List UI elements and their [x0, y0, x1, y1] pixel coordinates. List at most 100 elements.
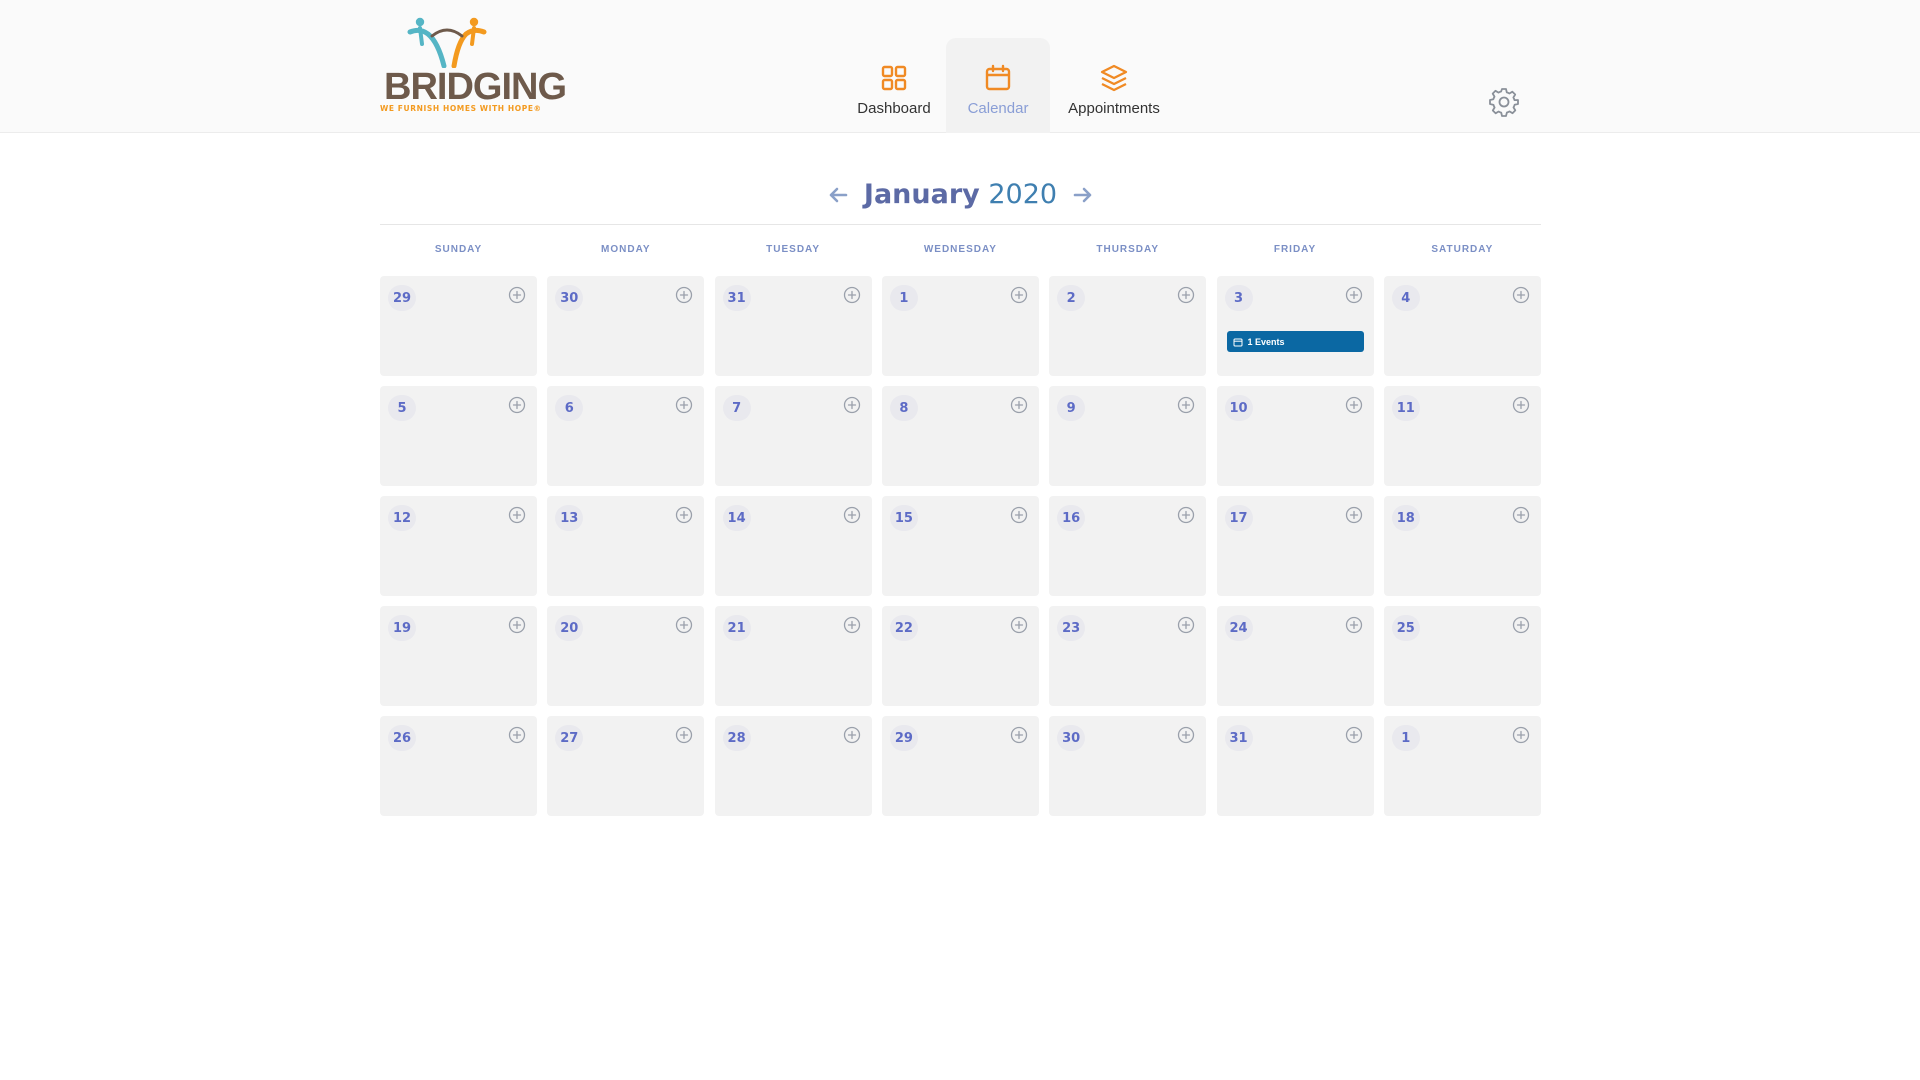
day-cell[interactable]: 15 [881, 496, 1039, 596]
day-number: 1 [889, 285, 918, 311]
day-cell[interactable]: 1 [1383, 716, 1541, 816]
logo-tagline: WE FURNISH HOMES WITH HOPE® [380, 104, 542, 113]
day-cell[interactable]: 4 [1383, 276, 1541, 376]
nav-dashboard-label: Dashboard [857, 100, 931, 117]
day-number: 8 [889, 395, 918, 421]
add-event-plus-icon[interactable] [843, 396, 861, 414]
day-cell[interactable]: 30 [1049, 716, 1207, 816]
add-event-plus-icon[interactable] [675, 286, 693, 304]
day-cell[interactable]: 2 [1049, 276, 1207, 376]
add-event-plus-icon[interactable] [843, 726, 861, 744]
day-cell[interactable]: 17 [1216, 496, 1374, 596]
add-event-plus-icon[interactable] [675, 506, 693, 524]
add-event-plus-icon[interactable] [1345, 506, 1363, 524]
day-cell[interactable]: 9 [1049, 386, 1207, 486]
add-event-plus-icon[interactable] [1512, 506, 1530, 524]
day-number: 1 [1391, 725, 1420, 751]
add-event-plus-icon[interactable] [508, 286, 526, 304]
gear-icon[interactable] [1488, 86, 1520, 118]
day-cell[interactable]: 5 [380, 386, 537, 486]
nav-calendar[interactable]: Calendar [946, 38, 1050, 133]
add-event-plus-icon[interactable] [843, 506, 861, 524]
grid-icon [881, 65, 907, 91]
add-event-plus-icon[interactable] [675, 396, 693, 414]
weekday-label: FRIDAY [1273, 244, 1317, 255]
day-cell[interactable]: 1 [881, 276, 1039, 376]
day-cell[interactable]: 23 [1049, 606, 1207, 706]
day-number: 26 [388, 725, 416, 751]
calendar-icon [985, 64, 1011, 91]
month-title: January 2020 [864, 179, 1057, 210]
add-event-plus-icon[interactable] [1512, 396, 1530, 414]
layers-icon [1100, 64, 1128, 92]
add-event-plus-icon[interactable] [508, 506, 526, 524]
day-number: 31 [1224, 725, 1253, 751]
add-event-plus-icon[interactable] [1512, 726, 1530, 744]
day-cell[interactable]: 29 [380, 276, 537, 376]
app-header: BRIDGING WE FURNISH HOMES WITH HOPE® Das… [0, 0, 1920, 133]
day-cell[interactable]: 24 [1216, 606, 1374, 706]
day-number: 30 [1057, 725, 1086, 751]
day-cell[interactable]: 30 [547, 276, 705, 376]
day-cell[interactable]: 7 [714, 386, 872, 486]
weekday-label: SATURDAY [1431, 244, 1494, 255]
day-cell[interactable]: 18 [1383, 496, 1541, 596]
day-cell[interactable]: 21 [714, 606, 872, 706]
add-event-plus-icon[interactable] [843, 616, 861, 634]
add-event-plus-icon[interactable] [1512, 286, 1530, 304]
add-event-plus-icon[interactable] [1010, 726, 1028, 744]
add-event-plus-icon[interactable] [1010, 286, 1028, 304]
day-cell[interactable]: 13 [547, 496, 705, 596]
day-cell[interactable]: 26 [380, 716, 537, 816]
add-event-plus-icon[interactable] [1177, 396, 1195, 414]
add-event-plus-icon[interactable] [1512, 616, 1530, 634]
add-event-plus-icon[interactable] [1345, 726, 1363, 744]
day-cell[interactable]: 12 [380, 496, 537, 596]
add-event-plus-icon[interactable] [1010, 396, 1028, 414]
day-cell[interactable]: 27 [547, 716, 705, 816]
day-number: 21 [722, 615, 751, 641]
add-event-plus-icon[interactable] [508, 396, 526, 414]
add-event-plus-icon[interactable] [1177, 726, 1195, 744]
add-event-plus-icon[interactable] [508, 616, 526, 634]
add-event-plus-icon[interactable] [843, 286, 861, 304]
day-cell[interactable]: 28 [714, 716, 872, 816]
add-event-plus-icon[interactable] [508, 726, 526, 744]
day-cell[interactable]: 20 [547, 606, 705, 706]
day-cell[interactable]: 31 [1216, 716, 1374, 816]
arrow-right-icon[interactable] [1071, 183, 1095, 207]
add-event-plus-icon[interactable] [1177, 506, 1195, 524]
nav-dashboard[interactable]: Dashboard [842, 38, 946, 133]
add-event-plus-icon[interactable] [1345, 396, 1363, 414]
day-number: 3 [1224, 285, 1253, 311]
day-number: 30 [555, 285, 584, 311]
day-number: 2 [1057, 285, 1086, 311]
day-cell[interactable]: 8 [881, 386, 1039, 486]
day-cell[interactable]: 31 [714, 276, 872, 376]
day-cell[interactable]: 3 1 Events [1216, 276, 1374, 376]
add-event-plus-icon[interactable] [675, 616, 693, 634]
add-event-plus-icon[interactable] [1177, 616, 1195, 634]
add-event-plus-icon[interactable] [1010, 616, 1028, 634]
add-event-plus-icon[interactable] [1345, 286, 1363, 304]
day-number: 29 [388, 285, 416, 311]
arrow-left-icon[interactable] [826, 183, 850, 207]
day-cell[interactable]: 29 [881, 716, 1039, 816]
nav-appointments[interactable]: Appointments [1050, 38, 1178, 133]
add-event-plus-icon[interactable] [1010, 506, 1028, 524]
day-cell[interactable]: 16 [1049, 496, 1207, 596]
event-badge[interactable]: 1 Events [1226, 331, 1364, 352]
day-cell[interactable]: 14 [714, 496, 872, 596]
add-event-plus-icon[interactable] [1345, 616, 1363, 634]
add-event-plus-icon[interactable] [675, 726, 693, 744]
add-event-plus-icon[interactable] [1177, 286, 1195, 304]
bridging-logo[interactable]: BRIDGING WE FURNISH HOMES WITH HOPE® [378, 16, 567, 116]
day-cell[interactable]: 11 [1383, 386, 1541, 486]
day-cell[interactable]: 22 [881, 606, 1039, 706]
day-cell[interactable]: 19 [380, 606, 537, 706]
day-number: 16 [1057, 505, 1086, 531]
day-cell[interactable]: 25 [1383, 606, 1541, 706]
day-cell[interactable]: 10 [1216, 386, 1374, 486]
day-number: 5 [388, 395, 416, 421]
day-cell[interactable]: 6 [547, 386, 705, 486]
